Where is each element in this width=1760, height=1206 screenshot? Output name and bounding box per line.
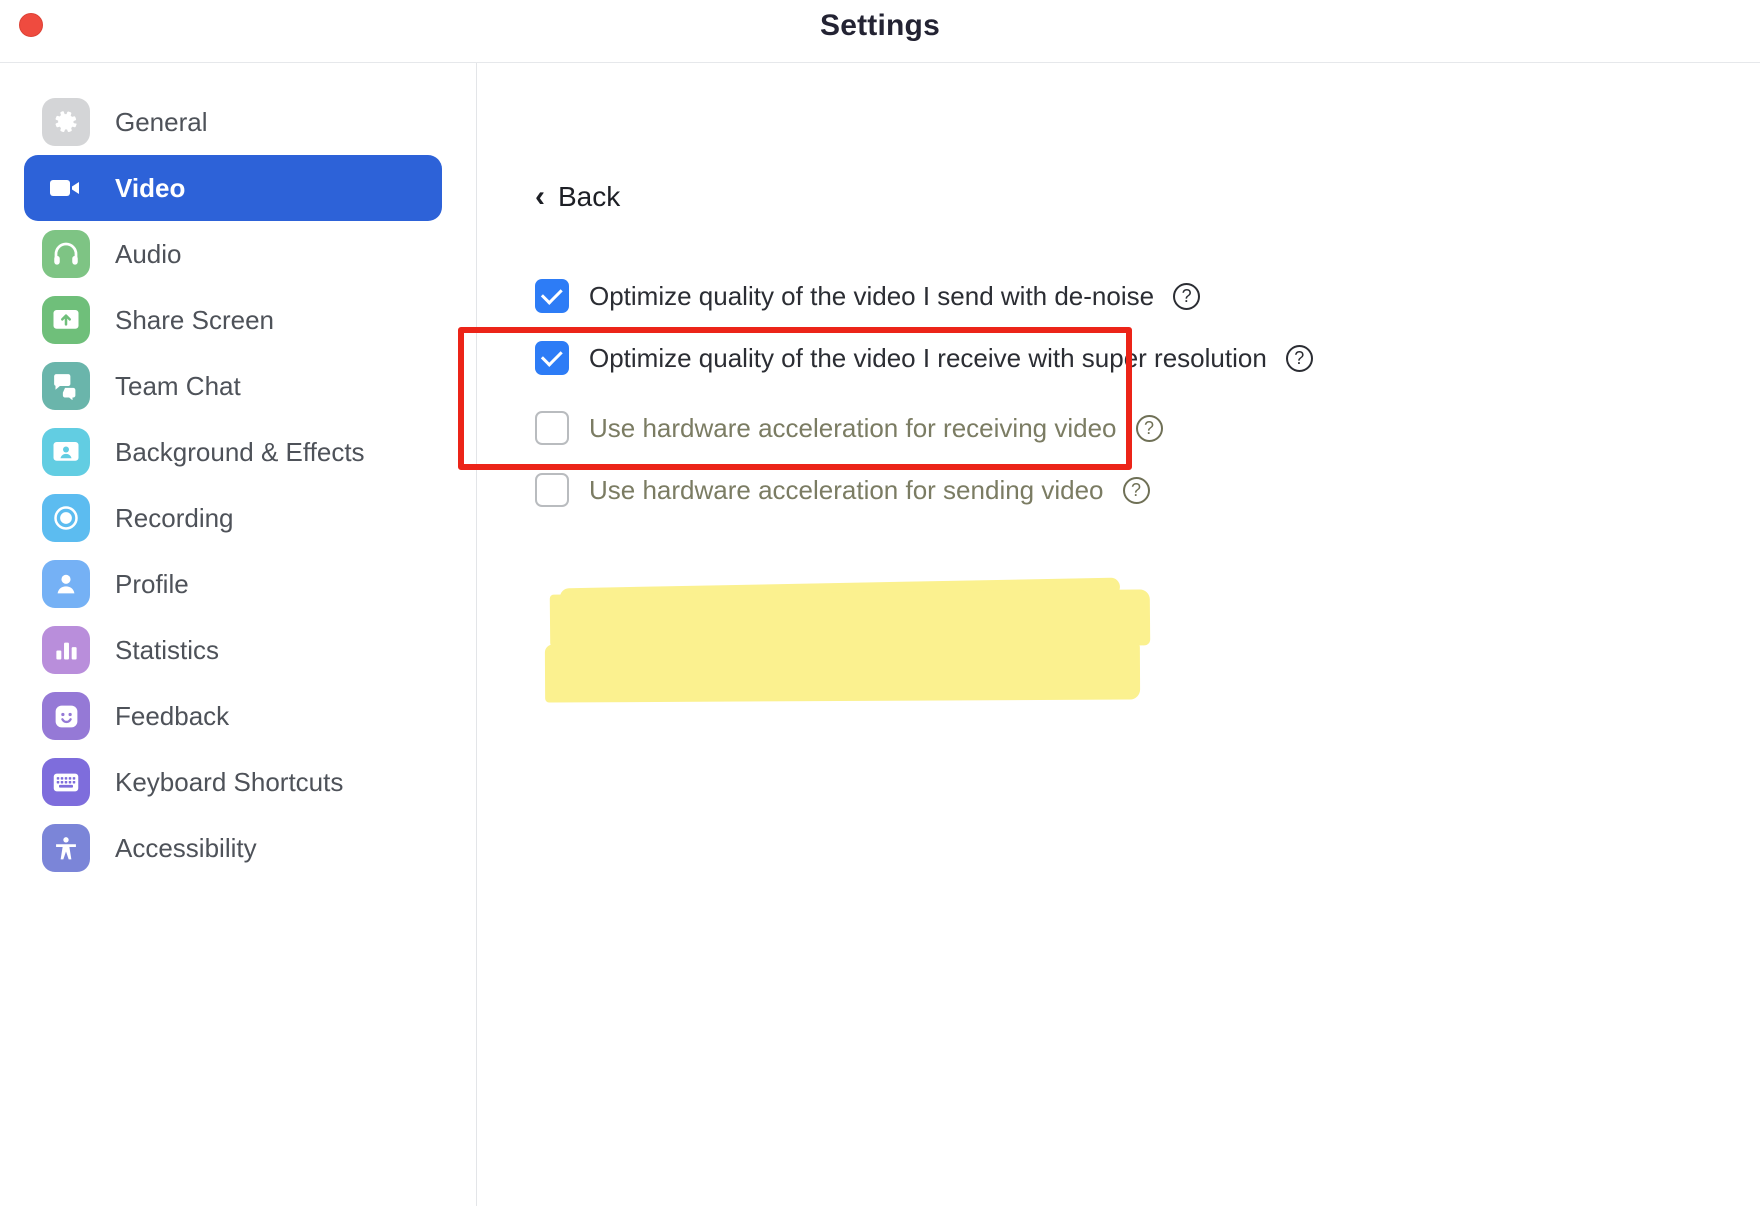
option-row-hw-accel-sending[interactable]: Use hardware acceleration for sending vi… bbox=[535, 459, 1395, 521]
option-label: Optimize quality of the video I receive … bbox=[589, 342, 1267, 373]
sidebar-item-label: Profile bbox=[115, 568, 189, 599]
sidebar-item-team-chat[interactable]: Team Chat bbox=[24, 353, 442, 419]
video-camera-icon bbox=[42, 164, 90, 212]
sidebar-item-label: Audio bbox=[115, 238, 182, 269]
checkbox-denoise[interactable] bbox=[535, 279, 569, 313]
highlighter-stroke-top bbox=[559, 577, 1121, 607]
highlighter-stroke-sending bbox=[544, 641, 1141, 703]
bar-chart-icon bbox=[42, 626, 90, 674]
sidebar-item-keyboard-shortcuts[interactable]: Keyboard Shortcuts bbox=[24, 749, 442, 815]
sidebar-item-label: Video bbox=[115, 172, 186, 203]
option-row-super-resolution[interactable]: Optimize quality of the video I receive … bbox=[535, 327, 1395, 389]
checkbox-super-resolution[interactable] bbox=[535, 341, 569, 375]
page-title: Settings bbox=[820, 9, 940, 42]
back-button-label: Back bbox=[558, 181, 621, 212]
main-content: ‹ Back Optimize quality of the video I s… bbox=[477, 63, 1760, 1206]
settings-window: Settings General Video Audio Share Scree… bbox=[0, 0, 1760, 1206]
option-row-denoise[interactable]: Optimize quality of the video I send wit… bbox=[535, 265, 1395, 327]
option-row-hw-accel-receiving[interactable]: Use hardware acceleration for receiving … bbox=[535, 397, 1395, 459]
sidebar-item-share-screen[interactable]: Share Screen bbox=[24, 287, 442, 353]
video-options-list: Optimize quality of the video I send wit… bbox=[535, 265, 1395, 703]
sidebar-item-accessibility[interactable]: Accessibility bbox=[24, 815, 442, 881]
help-icon[interactable]: ? bbox=[1135, 414, 1163, 442]
sidebar-item-background-effects[interactable]: Background & Effects bbox=[24, 419, 442, 485]
sidebar-item-label: Keyboard Shortcuts bbox=[115, 766, 344, 797]
sidebar: General Video Audio Share Screen Team Ch… bbox=[0, 63, 477, 1206]
sidebar-item-label: Background & Effects bbox=[115, 436, 365, 467]
sidebar-item-label: Statistics bbox=[115, 634, 220, 665]
back-button[interactable]: ‹ Back bbox=[535, 181, 620, 213]
sidebar-item-general[interactable]: General bbox=[24, 89, 442, 155]
title-bar: Settings bbox=[0, 0, 1760, 63]
gear-icon bbox=[42, 98, 90, 146]
chevron-left-icon: ‹ bbox=[535, 180, 545, 213]
sidebar-item-audio[interactable]: Audio bbox=[24, 221, 442, 287]
keyboard-icon bbox=[42, 758, 90, 806]
option-label: Use hardware acceleration for receiving … bbox=[589, 412, 1117, 443]
sidebar-item-label: Recording bbox=[115, 502, 234, 533]
sidebar-item-video[interactable]: Video bbox=[24, 155, 442, 221]
sidebar-item-statistics[interactable]: Statistics bbox=[24, 617, 442, 683]
help-icon[interactable]: ? bbox=[1173, 282, 1201, 310]
option-label: Optimize quality of the video I send wit… bbox=[589, 280, 1155, 311]
sidebar-item-label: Feedback bbox=[115, 700, 230, 731]
person-icon bbox=[42, 560, 90, 608]
checkbox-hw-accel-receiving[interactable] bbox=[535, 411, 569, 445]
share-screen-icon bbox=[42, 296, 90, 344]
accessibility-icon bbox=[42, 824, 90, 872]
headphones-icon bbox=[42, 230, 90, 278]
background-icon bbox=[42, 428, 90, 476]
option-label: Use hardware acceleration for sending vi… bbox=[589, 474, 1104, 505]
checkbox-hw-accel-sending[interactable] bbox=[535, 473, 569, 507]
window-body: General Video Audio Share Screen Team Ch… bbox=[0, 63, 1760, 1206]
sidebar-item-label: Share Screen bbox=[115, 304, 274, 335]
record-icon bbox=[42, 494, 90, 542]
sidebar-item-label: General bbox=[115, 106, 208, 137]
sidebar-item-label: Accessibility bbox=[115, 832, 257, 863]
help-icon[interactable]: ? bbox=[1122, 476, 1150, 504]
sidebar-item-label: Team Chat bbox=[115, 370, 241, 401]
sidebar-item-profile[interactable]: Profile bbox=[24, 551, 442, 617]
smiley-icon bbox=[42, 692, 90, 740]
sidebar-item-feedback[interactable]: Feedback bbox=[24, 683, 442, 749]
chat-bubble-icon bbox=[42, 362, 90, 410]
sidebar-item-recording[interactable]: Recording bbox=[24, 485, 442, 551]
help-icon[interactable]: ? bbox=[1285, 344, 1313, 372]
highlighter-stroke-receiving bbox=[549, 589, 1151, 651]
